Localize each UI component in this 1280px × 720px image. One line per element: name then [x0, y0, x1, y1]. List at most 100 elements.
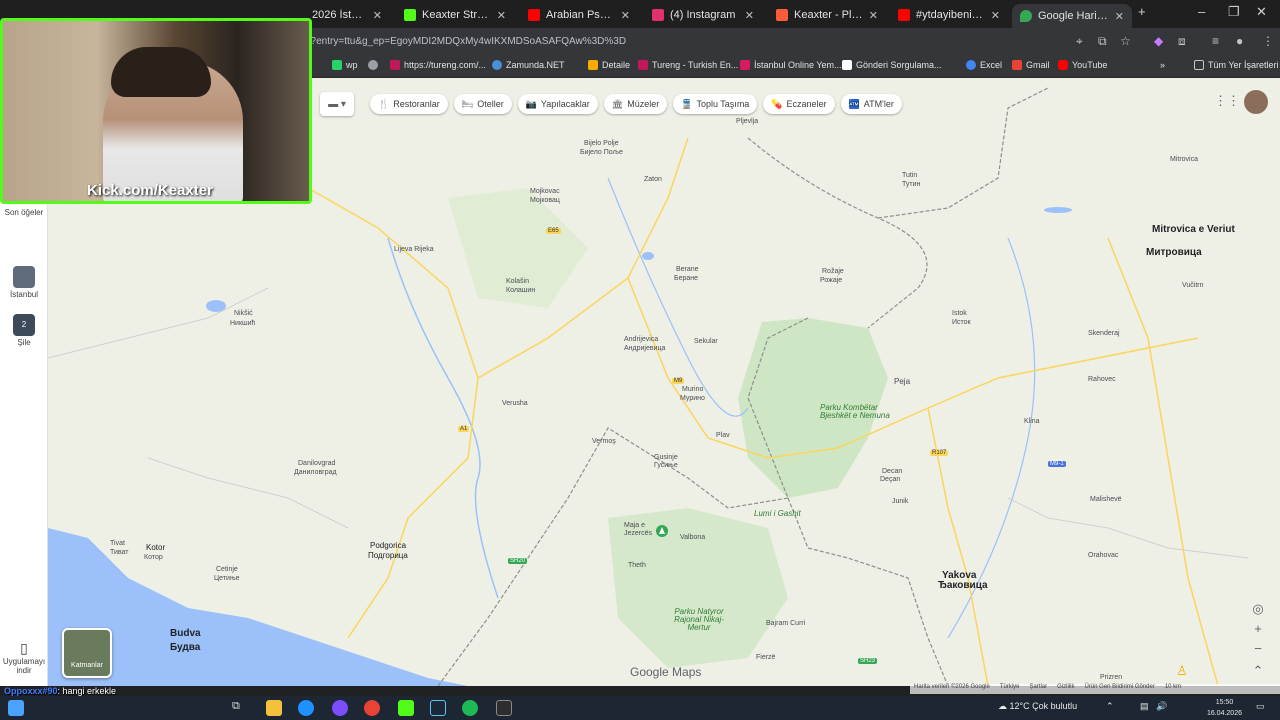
extension-icon[interactable]: ◆	[1154, 34, 1163, 48]
zoom-in-icon[interactable]: +	[1248, 620, 1268, 638]
extensions-puzzle-icon[interactable]: ⧈	[1178, 34, 1186, 49]
reading-list-icon[interactable]: ≡	[1212, 34, 1219, 48]
address-bar[interactable]: 0z?entry=ttu&g_ep=EgoyMDI2MDQxMy4wIKXMDS…	[300, 32, 1140, 52]
close-icon[interactable]: ✕	[991, 9, 1000, 22]
category-chips: 🍴 Restoranlar 🛏 Oteller 📷 Yapılacaklar 🏛 Müz…	[370, 94, 902, 118]
minimize-icon[interactable]: –	[1198, 4, 1205, 19]
more-bookmarks-chevron-icon[interactable]: »	[1160, 60, 1165, 70]
map-footer: Harita verileri ©2026 Google Türkiye Şar…	[910, 684, 1280, 694]
tab-instagram[interactable]: (4) Instagram ✕	[644, 4, 762, 26]
chip-things-to-do[interactable]: 📷 Yapılacaklar	[517, 94, 598, 114]
chip-restaurants[interactable]: 🍴 Restoranlar	[370, 94, 448, 114]
tray-chevron-icon[interactable]: ⌃	[1106, 701, 1114, 712]
tab-youtube-hashtag[interactable]: #ytdayibenioneçıkar✕	[890, 4, 1008, 26]
volume-icon[interactable]: 🔊	[1156, 701, 1167, 712]
close-icon[interactable]: ✕	[497, 9, 506, 22]
bookmark-item[interactable]	[368, 60, 382, 70]
notification-icon[interactable]: ▭	[1256, 701, 1265, 712]
file-explorer-icon[interactable]	[266, 700, 282, 716]
edge-icon[interactable]	[298, 700, 314, 716]
chip-atms[interactable]: 🏧 ATM'ler	[840, 94, 902, 114]
new-tab-icon[interactable]: +	[1138, 4, 1146, 19]
place-label: Мурино	[680, 395, 705, 402]
privacy-link[interactable]: Gizlilik	[1057, 684, 1074, 694]
close-icon[interactable]: ✕	[621, 9, 630, 22]
tab-arabian-psycho[interactable]: Arabian Psycho - The✕	[520, 4, 638, 26]
tab-istanbul[interactable]: 2026 İstanbul✕	[304, 4, 390, 26]
kick-icon[interactable]	[398, 700, 414, 716]
start-icon[interactable]	[8, 700, 24, 716]
bookmark-item[interactable]: https://tureng.com/...	[390, 60, 486, 70]
location-icon[interactable]: ⌖	[1076, 34, 1083, 49]
google-apps-grid-icon[interactable]: ⋮⋮	[1214, 92, 1240, 110]
tab-keaxter-profile[interactable]: Keaxter - Player Profi✕	[768, 4, 886, 26]
saved-sile[interactable]: 2 Şile	[0, 314, 48, 347]
maps-menu-button[interactable]: ▬ ▾	[320, 92, 354, 116]
fork-knife-icon: 🍴	[378, 98, 390, 109]
excel-icon	[966, 60, 976, 70]
place-label: Гусиње	[654, 462, 678, 469]
globe-icon	[368, 60, 378, 70]
bookmark-item[interactable]: Excel	[966, 60, 1002, 70]
close-icon[interactable]: ✕	[745, 9, 754, 22]
feedback-link[interactable]: Ürün Geri Bildirimi Gönder	[1084, 684, 1154, 694]
spotify-icon[interactable]	[462, 700, 478, 716]
task-view-icon[interactable]: ⧉	[232, 700, 248, 716]
lake	[642, 252, 654, 260]
street-view-pegman-icon[interactable]: ♙	[1172, 662, 1192, 680]
bookmark-item[interactable]: Tureng - Turkish En...	[638, 60, 738, 70]
account-avatar[interactable]	[1244, 90, 1268, 114]
tab-keaxter-stream[interactable]: Keaxter Stream - Wat✕	[396, 4, 514, 26]
place-label: Mitrovica e Veriut	[1152, 224, 1235, 235]
recent-items[interactable]: Son öğeler	[0, 208, 48, 217]
network-icon[interactable]: ▤	[1140, 701, 1149, 712]
region-link[interactable]: Türkiye	[1000, 684, 1020, 694]
place-label: Тиват	[110, 549, 129, 556]
terminal-icon[interactable]	[496, 700, 512, 716]
get-app[interactable]: ▯ Uygulamayı indir	[0, 640, 48, 675]
chrome-icon[interactable]	[364, 700, 380, 716]
close-icon[interactable]: ✕	[869, 9, 878, 22]
all-bookmarks[interactable]: Tüm Yer İşaretleri	[1194, 60, 1279, 70]
weather-widget[interactable]: ☁ 12°C Çok bulutlu	[998, 701, 1077, 712]
bookmark-item[interactable]: Gönderi Sorgulama...	[842, 60, 942, 70]
window-close-icon[interactable]: ✕	[1256, 4, 1267, 20]
saved-istanbul[interactable]: İstanbul	[0, 266, 48, 299]
steam-icon[interactable]	[430, 700, 446, 716]
profile-icon[interactable]: ●	[1236, 34, 1243, 48]
bookmark-item[interactable]: wp	[332, 60, 358, 70]
install-app-icon[interactable]: ⧉	[1098, 34, 1107, 49]
chip-transit[interactable]: 🚆 Toplu Taşıma	[673, 94, 758, 114]
bookmark-item[interactable]: Zamunda.NET	[492, 60, 565, 70]
place-label: Цетиње	[214, 575, 240, 582]
close-icon[interactable]: ✕	[373, 9, 382, 22]
bed-icon: 🛏	[461, 98, 474, 109]
my-location-icon[interactable]: ◎	[1248, 600, 1268, 618]
bookmark-item[interactable]: YouTube	[1058, 60, 1107, 70]
browser-menu-icon[interactable]: ⋮	[1262, 34, 1274, 48]
windows-taskbar: ⧉ ☁ 12°C Çok bulutlu ⌃ ▤ 🔊 15:50 16.04.2…	[0, 696, 1280, 720]
zoom-out-icon[interactable]: −	[1248, 640, 1268, 658]
bookmark-item[interactable]: Gmail	[1012, 60, 1050, 70]
youtube-icon	[1058, 60, 1068, 70]
bookmark-item[interactable]: Detaile	[588, 60, 630, 70]
chip-museums[interactable]: 🏛 Müzeler	[603, 94, 668, 114]
folder-icon	[588, 60, 598, 70]
close-icon[interactable]: ✕	[1115, 10, 1124, 23]
bookmark-star-icon[interactable]: ☆	[1120, 34, 1131, 48]
chip-pharmacies[interactable]: 💊 Eczaneler	[763, 94, 835, 114]
maximize-icon[interactable]: ❐	[1228, 4, 1240, 20]
road-shield: M9	[672, 378, 685, 384]
app-icon[interactable]	[332, 700, 348, 716]
taskbar-clock[interactable]: 15:50 16.04.2026	[1207, 697, 1242, 719]
bookmark-item[interactable]: İstanbul Online Yem...	[740, 60, 842, 70]
tab-google-maps[interactable]: Google Haritalar✕	[1012, 4, 1132, 28]
expand-imagery-icon[interactable]: ⌃	[1248, 662, 1268, 680]
atm-icon: 🏧	[848, 98, 860, 109]
terms-link[interactable]: Şartlar	[1029, 684, 1047, 694]
weather-icon: ☁	[998, 701, 1010, 711]
chip-hotels[interactable]: 🛏 Oteller	[453, 94, 512, 114]
layers-button[interactable]: Katmanlar	[62, 628, 112, 678]
yemeksepeti-icon	[740, 60, 750, 70]
place-label: Mitrovica	[1170, 156, 1199, 163]
